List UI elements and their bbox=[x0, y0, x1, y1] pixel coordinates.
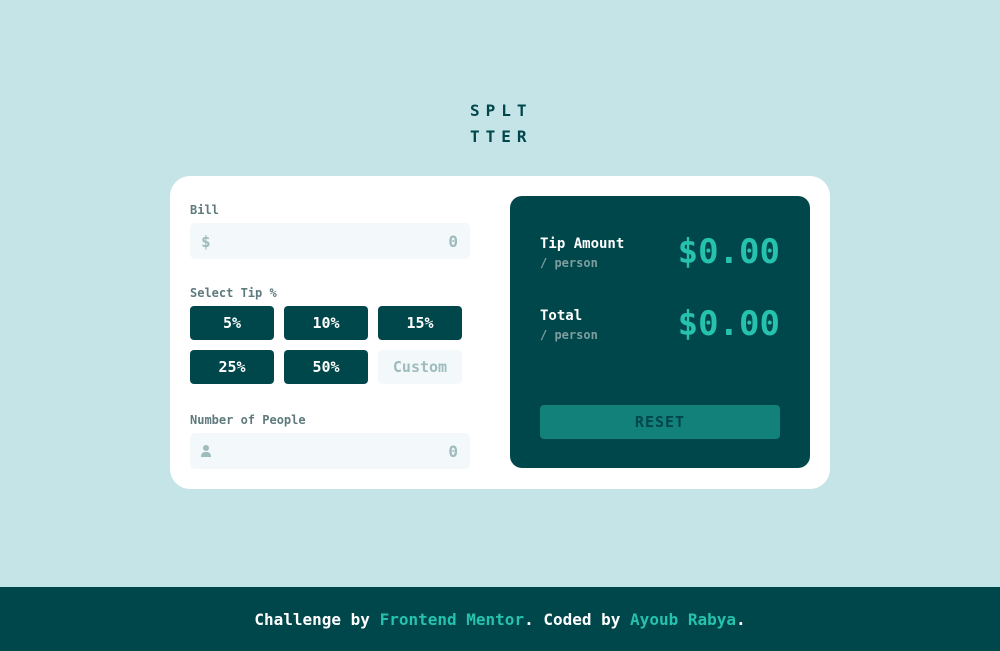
bill-input[interactable]: $ 0 bbox=[190, 223, 470, 259]
tip-button-50[interactable]: 50% bbox=[284, 350, 368, 384]
tip-button-15[interactable]: 15% bbox=[378, 306, 462, 340]
tip-button-25[interactable]: 25% bbox=[190, 350, 274, 384]
footer: Challenge by Frontend Mentor. Coded by A… bbox=[0, 587, 1000, 651]
people-input[interactable]: 0 bbox=[190, 433, 470, 469]
result-panel: Tip Amount / person $0.00 Total / person… bbox=[510, 196, 810, 468]
custom-tip-input[interactable]: Custom bbox=[378, 350, 462, 384]
people-value: 0 bbox=[448, 441, 458, 461]
author-link[interactable]: Ayoub Rabya bbox=[630, 610, 736, 629]
frontend-mentor-link[interactable]: Frontend Mentor bbox=[380, 610, 525, 629]
logo-line-2: TTER bbox=[470, 127, 533, 146]
footer-suffix: . bbox=[736, 609, 746, 629]
tip-amount-value: $0.00 bbox=[677, 232, 780, 272]
person-icon bbox=[201, 445, 211, 457]
total-value: $0.00 bbox=[677, 304, 780, 344]
app-logo: SPLT TTER bbox=[470, 98, 533, 150]
total-label: Total bbox=[540, 308, 583, 324]
tip-button-10[interactable]: 10% bbox=[284, 306, 368, 340]
dollar-icon: $ bbox=[201, 231, 211, 251]
reset-button[interactable]: RESET bbox=[540, 405, 780, 439]
tip-button-5[interactable]: 5% bbox=[190, 306, 274, 340]
footer-middle: . Coded by bbox=[524, 609, 631, 629]
calculator-card: Bill $ 0 Select Tip % 5% 10% 15% 25% 50%… bbox=[170, 176, 830, 489]
tip-amount-label: Tip Amount bbox=[540, 236, 625, 252]
bill-label: Bill bbox=[190, 203, 219, 217]
bill-value: 0 bbox=[448, 231, 458, 251]
footer-prefix: Challenge by bbox=[254, 609, 380, 629]
select-tip-label: Select Tip % bbox=[190, 286, 277, 300]
tip-amount-per-person: / person bbox=[540, 256, 598, 270]
logo-line-1: SPLT bbox=[470, 101, 533, 120]
total-per-person: / person bbox=[540, 328, 598, 342]
people-label: Number of People bbox=[190, 413, 306, 427]
